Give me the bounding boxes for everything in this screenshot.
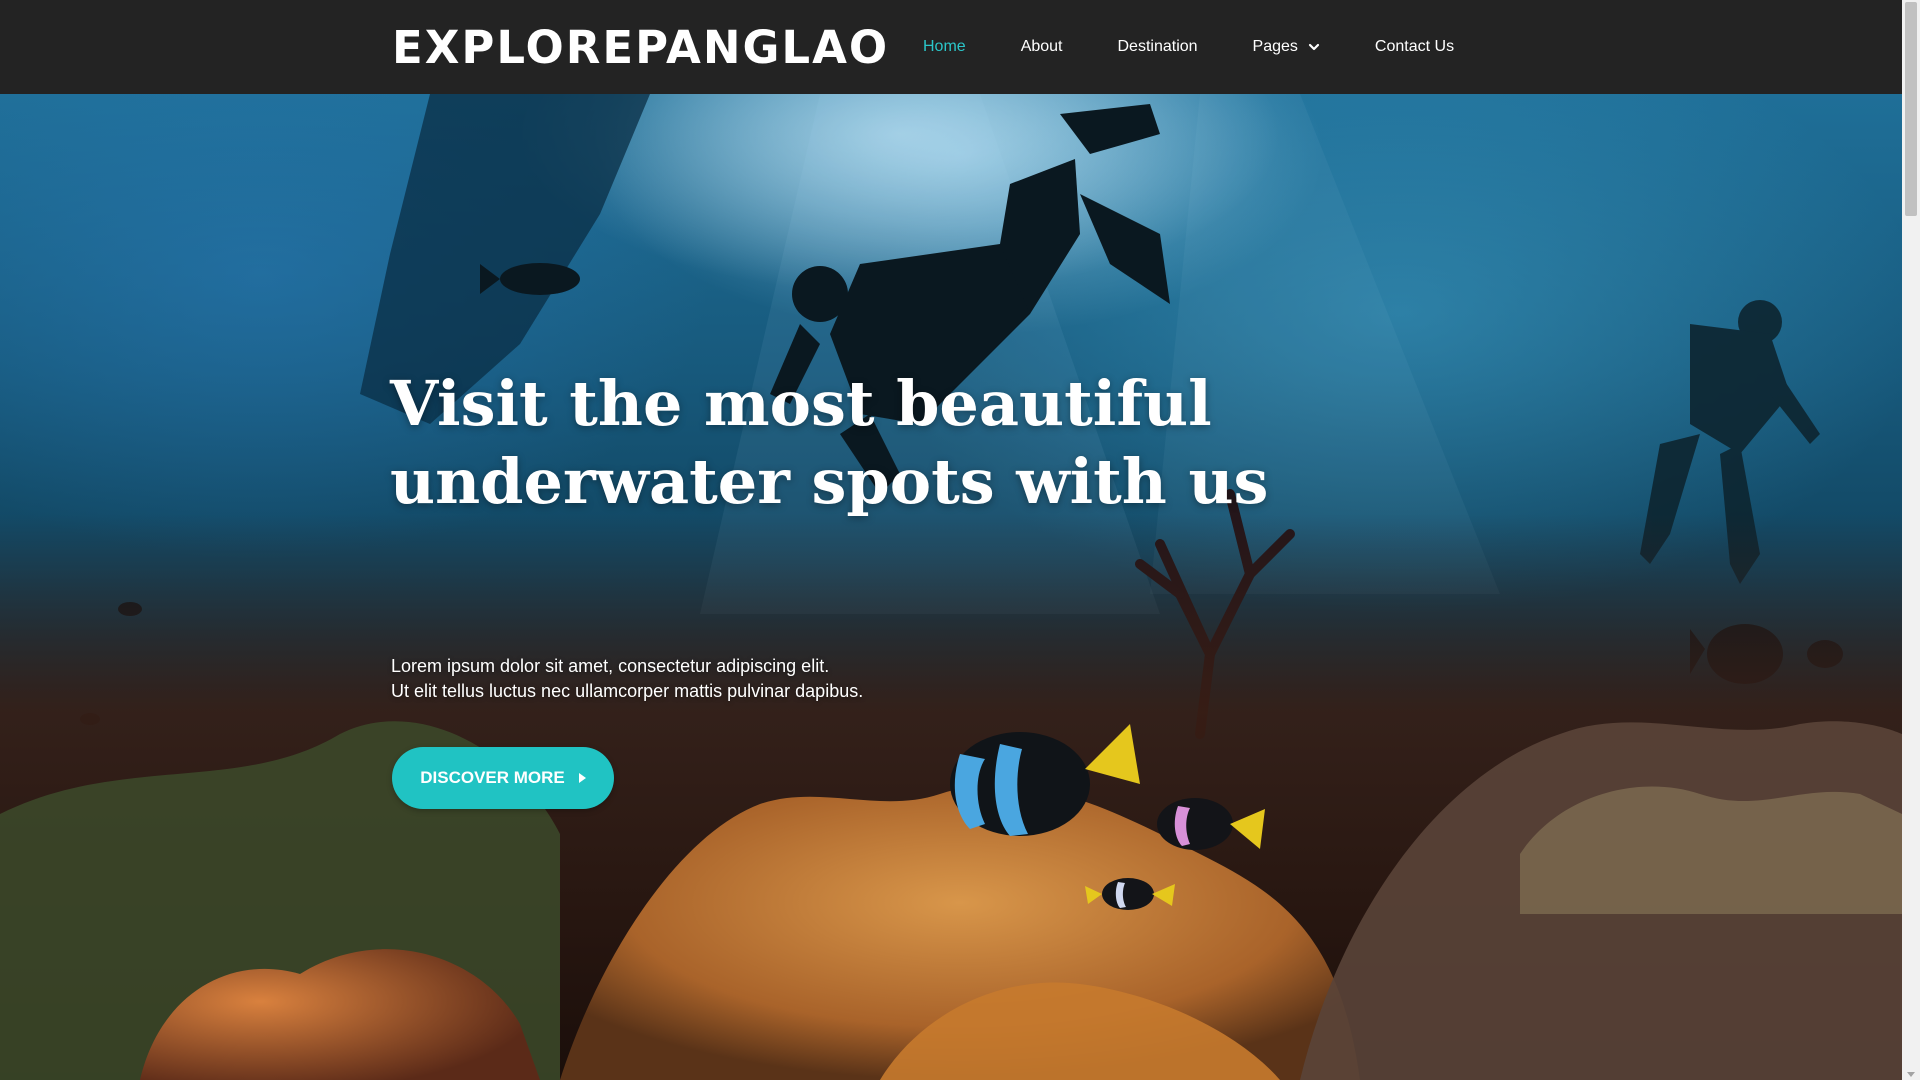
discover-more-button[interactable]: DISCOVER MORE — [392, 747, 614, 809]
scroll-down-arrow-icon[interactable] — [1907, 1072, 1915, 1077]
main-nav: Home About Destination Pages Contact Us — [900, 0, 1509, 94]
site-header: EXPLORE PANGLAO Home About Destination Pa… — [0, 0, 1902, 94]
underwater-background-image — [0, 94, 1902, 1080]
nav-item-contact-us-label: Contact Us — [1374, 38, 1455, 55]
nav-item-destination[interactable]: Destination — [1118, 38, 1198, 56]
nav-item-contact-us[interactable]: Contact Us — [1375, 38, 1454, 56]
hero-title: Visit the most beautiful underwater spot… — [390, 367, 1269, 518]
nav-item-home-label: Home — [923, 38, 966, 55]
hero-description: Lorem ipsum dolor sit amet, consectetur … — [391, 654, 1091, 704]
page: EXPLORE PANGLAO Home About Destination Pa… — [0, 0, 1920, 1080]
hero-description-line-1: Lorem ipsum dolor sit amet, consectetur … — [391, 656, 830, 676]
logo-text-panglao: PANGLAO — [635, 20, 890, 74]
coral-reef — [1520, 786, 1902, 914]
nav-item-destination-label: Destination — [1117, 38, 1198, 55]
nav-item-pages-label: Pages — [1252, 38, 1298, 55]
logo-text-explore: EXPLORE — [392, 20, 636, 74]
nav-item-home[interactable]: Home — [923, 38, 966, 56]
hero-section: Visit the most beautiful underwater spot… — [0, 94, 1902, 1080]
page-scrollbar[interactable] — [1902, 0, 1920, 1080]
nav-item-about[interactable]: About — [1021, 38, 1063, 56]
site-logo[interactable]: EXPLORE PANGLAO — [392, 20, 890, 74]
scrollbar-thumb[interactable] — [1905, 2, 1917, 216]
hero-description-line-2: Ut elit tellus luctus nec ullamcorper ma… — [391, 681, 864, 701]
nav-item-about-label: About — [1020, 38, 1063, 55]
caret-right-icon — [578, 773, 586, 783]
nav-item-pages[interactable]: Pages — [1253, 38, 1320, 56]
chevron-down-icon — [1308, 43, 1320, 51]
discover-more-label: DISCOVER MORE — [420, 768, 565, 787]
